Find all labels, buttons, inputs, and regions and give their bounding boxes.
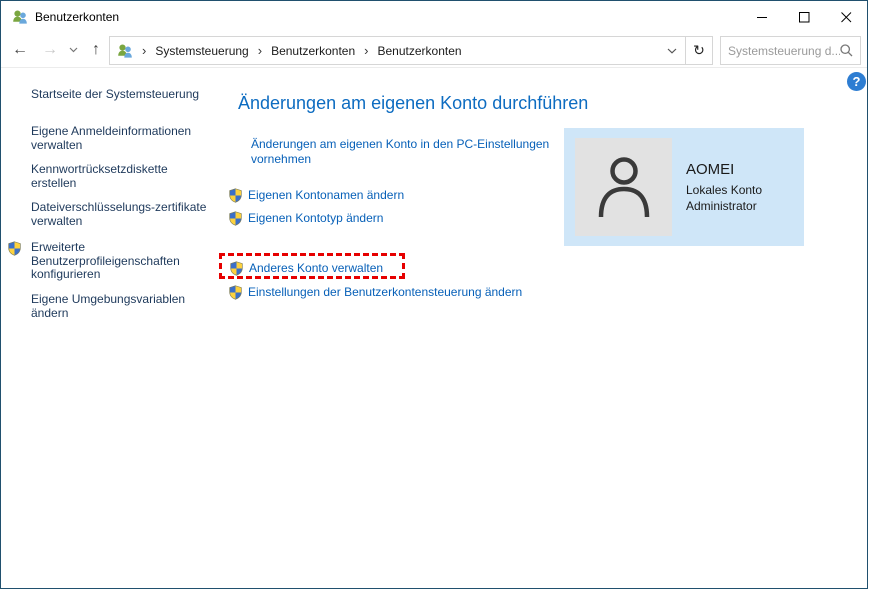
refresh-icon: ↻ <box>693 42 705 58</box>
person-icon <box>598 157 649 218</box>
minimize-button[interactable] <box>741 1 783 33</box>
uac-shield-icon <box>228 211 243 226</box>
link-change-account-type[interactable]: Eigenen Kontotyp ändern <box>248 211 383 226</box>
account-info-panel: AOMEI Lokales Konto Administrator <box>564 128 804 246</box>
account-type: Lokales Konto <box>686 183 763 197</box>
breadcrumb-benutzerkonten-2[interactable]: Benutzerkonten <box>377 44 461 58</box>
search-box <box>720 36 861 65</box>
history-dropdown-button[interactable] <box>65 33 81 67</box>
up-icon: ↑ <box>92 41 100 58</box>
page-title: Änderungen am eigenen Konto durchführen <box>238 93 589 113</box>
minimize-icon <box>756 16 767 18</box>
address-location-icon <box>118 44 132 58</box>
link-change-uac-settings[interactable]: Einstellungen der Benutzerkontensteuerun… <box>248 285 522 300</box>
refresh-button[interactable]: ↻ <box>685 37 712 64</box>
breadcrumb-chevron-icon: › <box>142 43 147 58</box>
up-button[interactable]: ↑ <box>83 33 109 67</box>
help-icon: ? <box>852 74 861 89</box>
chevron-down-icon <box>69 47 77 53</box>
breadcrumb-chevron-icon: › <box>364 43 369 58</box>
close-icon <box>840 11 851 22</box>
breadcrumb-chevron-icon: › <box>257 43 263 58</box>
uac-shield-icon <box>7 241 22 256</box>
forward-button[interactable]: → <box>37 33 63 67</box>
close-button[interactable] <box>825 1 867 33</box>
link-manage-another-account[interactable]: Anderes Konto verwalten <box>249 261 383 276</box>
breadcrumb-benutzerkonten-1[interactable]: Benutzerkonten <box>271 44 355 58</box>
search-icon[interactable] <box>840 44 853 57</box>
account-role: Administrator <box>686 199 757 213</box>
uac-shield-icon <box>228 285 243 300</box>
title-bar[interactable]: Benutzerkonten <box>1 1 867 33</box>
help-button[interactable]: ? <box>847 72 866 91</box>
user-accounts-window: Benutzerkonten ← → ↑ › Systemsteuerung ›… <box>0 0 868 589</box>
sidebar-item-password-reset-disk[interactable]: Kennwortrücksetzdiskette erstellen <box>31 162 207 190</box>
breadcrumb-systemsteuerung[interactable]: Systemsteuerung <box>155 44 248 58</box>
avatar <box>575 138 672 236</box>
back-button[interactable]: ← <box>5 33 35 67</box>
sidebar-item-control-panel-home[interactable]: Startseite der Systemsteuerung <box>31 87 207 102</box>
link-pc-settings-changes[interactable]: Änderungen am eigenen Konto in den PC-Ei… <box>251 137 566 167</box>
account-name: AOMEI <box>686 161 735 178</box>
chevron-down-icon <box>667 48 677 54</box>
caption-buttons <box>741 1 867 33</box>
uac-shield-icon <box>229 261 244 276</box>
window-title: Benutzerkonten <box>35 10 120 24</box>
sidebar-item-credentials[interactable]: Eigene Anmeldeinformationen verwalten <box>31 124 207 152</box>
address-dropdown-button[interactable] <box>659 37 685 64</box>
maximize-button[interactable] <box>783 1 825 33</box>
forward-icon: → <box>42 41 58 58</box>
uac-shield-icon <box>228 188 243 203</box>
navigation-toolbar: ← → ↑ › Systemsteuerung › Benutzerkonten… <box>1 33 867 68</box>
user-accounts-app-icon <box>13 10 27 24</box>
link-change-account-name[interactable]: Eigenen Kontonamen ändern <box>248 188 404 203</box>
back-icon: ← <box>12 41 28 58</box>
address-bar[interactable]: › Systemsteuerung › Benutzerkonten › Ben… <box>109 36 713 65</box>
search-input[interactable] <box>721 43 840 58</box>
sidebar-item-environment-variables[interactable]: Eigene Umgebungsvariablen ändern <box>31 292 207 320</box>
sidebar-item-encryption-certificates[interactable]: Dateiverschlüsselungs-zertifikate verwal… <box>31 200 207 228</box>
sidebar-item-advanced-user-profiles[interactable]: Erweiterte Benutzerprofileigenschaften k… <box>31 240 207 282</box>
maximize-icon <box>798 11 809 22</box>
